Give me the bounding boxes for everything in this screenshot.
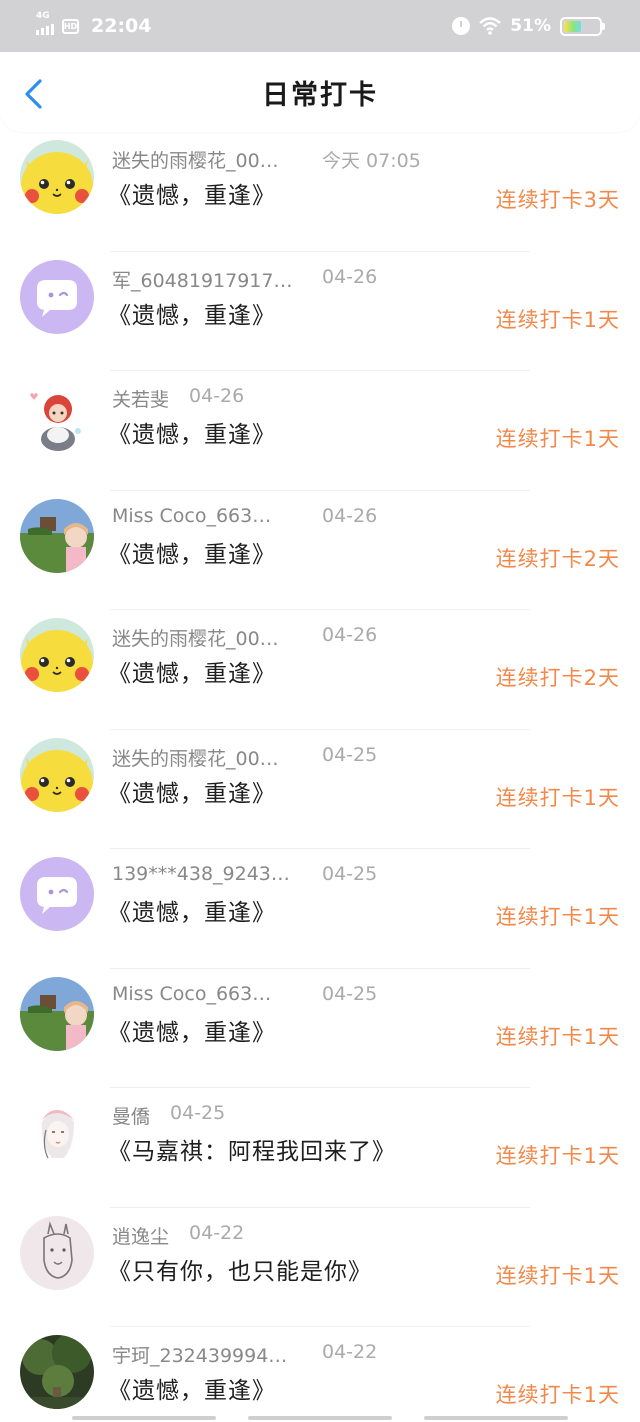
battery-icon [560,16,605,36]
battery-percent: 51% [510,16,551,36]
checkin-date: 04-22 [189,1221,245,1244]
chat-bubble-avatar[interactable] [20,259,94,334]
streak-label: 连续打卡2天 [495,546,620,571]
checkin-meta: 曼僑 04-25 [112,1102,225,1129]
checkin-meta: 军_60481917917… 04-26 [112,266,377,293]
llama-sketch-avatar[interactable] [20,1215,94,1290]
checkin-date: 04-26 [322,624,378,646]
checkin-list-item[interactable]: 迷失的雨樱花_00… 04-25 《遗憾，重逢》 连续打卡1天 [0,730,640,849]
work-title[interactable]: 《马嘉祺：阿程我回来了》 [108,1132,396,1166]
checkin-meta: Miss Coco_663… 04-26 [112,505,377,527]
checkin-list-item[interactable]: 139***438_9243… 04-25 《遗憾，重逢》 连续打卡1天 [0,849,640,969]
wifi-icon [479,17,502,35]
checkin-list-item[interactable]: Miss Coco_663… 04-25 《遗憾，重逢》 连续打卡1天 [0,969,640,1088]
work-title[interactable]: 《遗憾，重逢》 [108,893,276,927]
checkin-list-item[interactable]: 军_60481917917… 04-26 《遗憾，重逢》 连续打卡1天 [0,252,640,371]
checkin-date: 04-22 [322,1341,378,1363]
user-name[interactable]: 迷失的雨樱花_00… [112,744,302,771]
home-indicator-right [424,1416,568,1420]
doll-avatar[interactable] [20,379,94,453]
status-right: 51% [452,16,605,36]
streak-label: 连续打卡1天 [495,785,620,810]
checkin-date: 04-26 [189,385,245,407]
checkin-meta: 逍逸尘 04-22 [112,1222,244,1249]
streak-label: 连续打卡1天 [495,1263,620,1288]
user-name[interactable]: 迷失的雨樱花_00… [112,624,302,651]
work-title[interactable]: 《只有你，也只能是你》 [108,1252,372,1286]
work-title[interactable]: 《遗憾，重逢》 [108,654,276,688]
pikachu-avatar[interactable] [20,737,94,812]
streak-label: 连续打卡1天 [495,1024,620,1049]
user-name[interactable]: Miss Coco_663… [112,983,302,1005]
work-title[interactable]: 《遗憾，重逢》 [108,774,276,808]
page-title: 日常打卡 [262,79,378,111]
checkin-list-item[interactable]: 曼僑 04-25 《马嘉祺：阿程我回来了》 连续打卡1天 [0,1088,640,1208]
checkin-date: 04-26 [322,265,378,288]
alarm-icon [452,17,471,35]
status-time: 22:04 [91,15,152,37]
nav-header: 日常打卡 [0,52,640,132]
work-title[interactable]: 《遗憾，重逢》 [108,535,276,569]
work-title[interactable]: 《遗憾，重逢》 [108,1371,276,1405]
checkin-meta: 迷失的雨樱花_00… 04-26 [112,624,377,651]
user-name[interactable]: 关若斐 [112,385,169,412]
checkin-list-item[interactable]: Miss Coco_663… 04-26 《遗憾，重逢》 连续打卡2天 [0,491,640,610]
streak-label: 连续打卡1天 [495,307,620,332]
photo-girl-avatar[interactable] [20,976,94,1051]
photo-girl-avatar[interactable] [20,498,94,573]
streak-label: 连续打卡1天 [495,1383,620,1407]
pikachu-avatar[interactable] [20,140,94,214]
checkin-date: 04-26 [322,504,378,527]
sketch-girl-avatar[interactable] [20,1096,94,1170]
checkin-meta: 关若斐 04-26 [112,385,244,412]
signal-icon: 4G [36,11,54,35]
work-title[interactable]: 《遗憾，重逢》 [108,415,276,449]
streak-label: 连续打卡1天 [495,427,620,451]
checkin-list-item[interactable]: 宇珂_232439994… 04-22 《遗憾，重逢》 连续打卡1天 [0,1327,640,1422]
pikachu-avatar[interactable] [20,618,94,692]
streak-label: 连续打卡1天 [495,905,620,929]
status-bar: 4G HD 22:04 51% [0,0,640,52]
checkin-date: 04-25 [322,863,378,885]
home-indicator-center [248,1416,392,1420]
chevron-left-icon [25,79,42,109]
checkin-meta: 迷失的雨樱花_00… 04-25 [112,744,377,771]
battery-level-fill [564,20,582,32]
tree-photo-avatar[interactable] [20,1335,94,1409]
status-left: 4G HD 22:04 [36,11,152,37]
chat-bubble-avatar[interactable] [20,857,94,931]
home-indicator-left [72,1416,216,1420]
checkin-list-item[interactable]: 迷失的雨樱花_00… 今天 07:05 《遗憾，重逢》 连续打卡3天 [0,132,640,252]
network-type: 4G [36,11,50,21]
user-name[interactable]: 军_60481917917… [112,266,302,293]
work-title[interactable]: 《遗憾，重逢》 [108,176,276,210]
checkin-meta: 宇珂_232439994… 04-22 [112,1341,377,1368]
checkin-meta: 迷失的雨樱花_00… 今天 07:05 [112,146,421,173]
checkin-meta: 139***438_9243… 04-25 [112,863,377,885]
checkin-list-item[interactable]: 迷失的雨樱花_00… 04-26 《遗憾，重逢》 连续打卡2天 [0,610,640,730]
work-title[interactable]: 《遗憾，重逢》 [108,296,276,330]
work-title[interactable]: 《遗憾，重逢》 [108,1013,276,1047]
user-name[interactable]: 宇珂_232439994… [112,1341,302,1368]
streak-label: 连续打卡3天 [495,188,620,212]
checkin-date: 今天 07:05 [322,150,421,172]
checkin-meta: Miss Coco_663… 04-25 [112,983,377,1005]
streak-label: 连续打卡1天 [495,1144,620,1168]
checkin-date: 04-25 [322,743,378,766]
user-name[interactable]: 逍逸尘 [112,1222,169,1249]
hd-icon: HD [62,18,79,34]
checkin-list-item[interactable]: 逍逸尘 04-22 《只有你，也只能是你》 连续打卡1天 [0,1208,640,1327]
checkin-date: 04-25 [322,982,378,1005]
back-button[interactable] [20,78,48,110]
checkin-list: 迷失的雨樱花_00… 今天 07:05 《遗憾，重逢》 连续打卡3天 军_604… [0,132,640,1422]
user-name[interactable]: 迷失的雨樱花_00… [112,146,302,173]
user-name[interactable]: 139***438_9243… [112,863,302,885]
checkin-date: 04-25 [170,1102,226,1124]
checkin-list-item[interactable]: 关若斐 04-26 《遗憾，重逢》 连续打卡1天 [0,371,640,491]
user-name[interactable]: Miss Coco_663… [112,505,302,527]
streak-label: 连续打卡2天 [495,666,620,690]
user-name[interactable]: 曼僑 [112,1102,150,1129]
